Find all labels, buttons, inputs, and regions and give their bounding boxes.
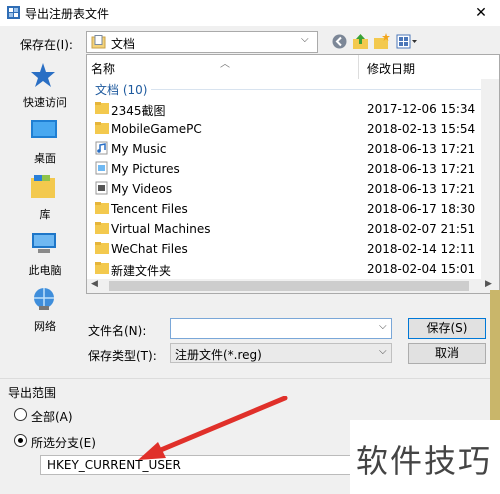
videos-folder-icon [95, 181, 108, 195]
save-in-dropdown[interactable]: 文档 ⌵ [86, 31, 318, 53]
save-in-value: 文档 [111, 37, 136, 51]
file-date: 2018-06-13 17:21 [367, 182, 476, 196]
cancel-button[interactable]: 取消 [408, 343, 486, 364]
file-name: My Pictures [111, 162, 180, 176]
places-bar: 快速访问 桌面 库 此电脑 网络 [8, 54, 82, 340]
folder-icon [95, 222, 109, 234]
file-date: 2018-02-04 15:01 [367, 262, 476, 276]
file-date: 2018-02-13 15:54 [367, 122, 476, 136]
background-strip [490, 290, 500, 420]
file-row[interactable]: 2345截图 2017-12-06 15:34 [87, 99, 499, 119]
view-menu-icon[interactable] [396, 33, 418, 50]
file-row[interactable]: Tencent Files 2018-06-17 18:30 [87, 199, 499, 219]
file-row[interactable]: My Music 2018-06-13 17:21 [87, 139, 499, 159]
radio-all[interactable] [14, 408, 27, 421]
file-name: Virtual Machines [111, 222, 211, 236]
chevron-down-icon[interactable]: ⌵ [379, 321, 387, 332]
file-date: 2018-02-07 21:51 [367, 222, 476, 236]
place-library[interactable]: 库 [8, 170, 82, 226]
group-divider [151, 89, 491, 90]
radio-checked-dot [18, 438, 23, 443]
place-desktop[interactable]: 桌面 [8, 114, 82, 170]
file-name: 新建文件夹 [111, 264, 172, 278]
chevron-down-icon: ⌵ [379, 346, 387, 357]
export-range-label: 导出范围 [8, 386, 57, 400]
close-icon: ✕ [475, 5, 487, 21]
export-registry-dialog: 导出注册表文件 ✕ 保存在(I): 文档 ⌵ 快速访问 桌面 库 此电脑 网络 … [0, 0, 500, 494]
folder-icon [95, 122, 109, 134]
save-button[interactable]: 保存(S) [408, 318, 486, 339]
group-header[interactable]: 文档 (10) [95, 81, 147, 98]
place-label: 快速访问 [23, 96, 67, 109]
file-date: 2018-06-13 17:21 [367, 162, 476, 176]
watermark: 软件技巧 [356, 442, 493, 480]
file-row[interactable]: My Videos 2018-06-13 17:21 [87, 179, 499, 199]
file-date: 2018-06-17 18:30 [367, 202, 476, 216]
documents-icon [91, 35, 106, 49]
file-date: 2018-06-13 17:21 [367, 142, 476, 156]
place-this-pc[interactable]: 此电脑 [8, 226, 82, 282]
place-quick-access[interactable]: 快速访问 [8, 58, 82, 114]
filetype-dropdown[interactable]: 注册文件(*.reg) ⌵ [170, 343, 392, 363]
column-header-date[interactable]: 修改日期 [359, 55, 499, 79]
close-button[interactable]: ✕ [462, 0, 500, 26]
pictures-folder-icon [95, 161, 108, 175]
file-name: My Videos [111, 182, 173, 196]
filetype-label: 保存类型(T): [88, 349, 157, 363]
scroll-thumb[interactable] [109, 281, 469, 291]
file-list[interactable]: 名称 ︿ 修改日期 文档 (10) 2345截图 2017-12-06 15:34… [86, 54, 500, 294]
radio-selected-branch[interactable] [14, 434, 27, 447]
folder-icon [95, 202, 109, 214]
music-folder-icon [95, 141, 108, 155]
up-folder-icon[interactable] [352, 33, 369, 50]
place-label: 桌面 [34, 152, 56, 165]
section-divider [0, 378, 500, 379]
file-row[interactable]: MobileGamePC 2018-02-13 15:54 [87, 119, 499, 139]
computer-icon [32, 233, 56, 253]
star-icon [31, 63, 55, 87]
back-icon[interactable] [331, 33, 348, 50]
horizontal-scrollbar[interactable]: ◀ ▶ [87, 279, 499, 293]
place-label: 网络 [34, 320, 56, 333]
file-row[interactable]: WeChat Files 2018-02-14 12:11 [87, 239, 499, 259]
file-date: 2017-12-06 15:34 [367, 102, 476, 116]
file-row[interactable]: My Pictures 2018-06-13 17:21 [87, 159, 499, 179]
scroll-left-icon[interactable]: ◀ [91, 279, 98, 289]
file-name: 2345截图 [111, 104, 166, 118]
filename-input[interactable]: ⌵ [170, 318, 392, 339]
file-name: My Music [111, 142, 167, 156]
sort-caret-icon: ︿ [220, 59, 230, 70]
filename-label: 文件名(N): [88, 324, 147, 338]
file-name: Tencent Files [111, 202, 188, 216]
new-folder-icon[interactable] [373, 33, 390, 50]
library-icon [31, 175, 55, 198]
folder-icon [95, 262, 109, 274]
scroll-right-icon[interactable]: ▶ [485, 279, 492, 289]
vertical-scrollbar[interactable] [481, 79, 499, 279]
title-bar: 导出注册表文件 ✕ [0, 0, 500, 26]
place-label: 此电脑 [28, 264, 62, 277]
file-name: MobileGamePC [111, 122, 202, 136]
file-date: 2018-02-14 12:11 [367, 242, 476, 256]
regedit-icon [7, 6, 20, 19]
file-row[interactable]: Virtual Machines 2018-02-07 21:51 [87, 219, 499, 239]
folder-icon [95, 102, 109, 114]
annotation-arrow-icon [138, 396, 288, 460]
chevron-down-icon: ⌵ [301, 34, 309, 45]
folder-icon [95, 242, 109, 254]
filetype-value: 注册文件(*.reg) [175, 348, 262, 362]
desktop-icon [31, 120, 57, 138]
place-network[interactable]: 网络 [8, 282, 82, 338]
place-label: 库 [39, 208, 51, 221]
network-icon [34, 288, 54, 310]
window-title: 导出注册表文件 [25, 7, 110, 21]
file-name: WeChat Files [111, 242, 188, 256]
save-in-label: 保存在(I): [20, 38, 73, 52]
file-row[interactable]: 新建文件夹 2018-02-04 15:01 [87, 259, 499, 279]
